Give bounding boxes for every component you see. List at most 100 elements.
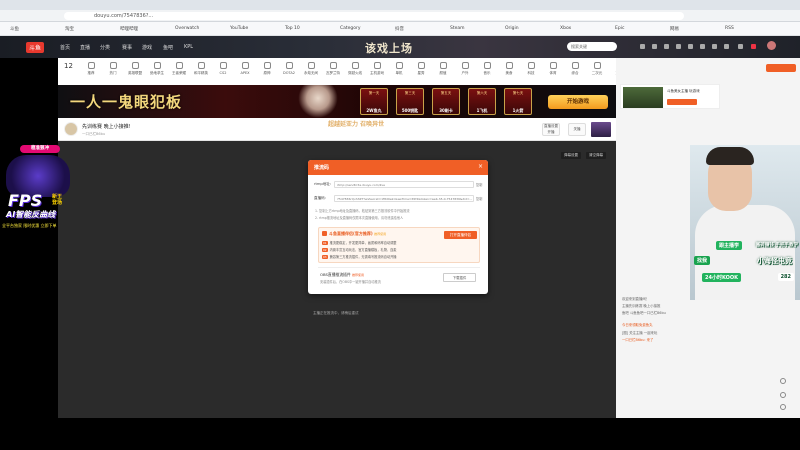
bookmark-item[interactable]: Category bbox=[340, 26, 361, 31]
bookmark-item[interactable]: Epic bbox=[615, 26, 624, 31]
streamer-card[interactable]: 斗鱼美女主播 玩游戏 bbox=[620, 84, 720, 109]
category-item[interactable]: CS2 bbox=[212, 60, 234, 75]
url-input[interactable]: douyu.com/7547836?... bbox=[64, 12, 684, 20]
bookmark-item[interactable]: 斗鱼 bbox=[10, 26, 19, 32]
rtmp-url-field[interactable]: rtmp://sendtc3a.douyu.com/live bbox=[334, 181, 474, 188]
live-icon[interactable] bbox=[688, 44, 693, 49]
category-item[interactable]: 综合 bbox=[564, 60, 586, 76]
header-search-input[interactable]: 搜索关键 bbox=[567, 42, 617, 51]
nav-yuba[interactable]: 鱼吧 bbox=[163, 44, 173, 51]
stop-live-button[interactable]: 关播 bbox=[568, 123, 586, 136]
browser-tab-strip[interactable] bbox=[0, 0, 800, 10]
nav-live[interactable]: 直播 bbox=[80, 44, 90, 51]
category-item[interactable]: 美食 bbox=[498, 60, 520, 76]
follow-button[interactable] bbox=[667, 99, 697, 105]
category-item[interactable]: 瓦罗兰特 bbox=[322, 60, 344, 76]
bookmark-item[interactable]: 淘宝 bbox=[65, 26, 74, 32]
category-item[interactable]: 绝地求生 bbox=[146, 60, 168, 76]
clear-danmu-button[interactable]: 清空弹幕 bbox=[586, 152, 606, 159]
prize-day-6: 第六天 1飞机 bbox=[468, 88, 496, 115]
stream-key-field[interactable]: 7547836rQvh3ZT?wsSecret=1f8d9e2c&wsTime=… bbox=[334, 195, 474, 202]
category-item[interactable]: 主机游戏 bbox=[366, 60, 388, 76]
webcam-overlay: 跟主播学 搬砖赚钱 手把手教学 找我 小海怪电竞 24小时KOOK 282 bbox=[690, 145, 800, 300]
category-item[interactable]: 星秀 bbox=[410, 60, 432, 76]
category-icon bbox=[571, 62, 579, 69]
bookmark-item[interactable]: Overwatch bbox=[175, 26, 199, 31]
notification-icon[interactable] bbox=[738, 44, 743, 49]
user-avatar[interactable] bbox=[767, 41, 776, 50]
fps-title: FPS bbox=[8, 191, 43, 210]
category-item[interactable]: 体育 bbox=[542, 60, 564, 76]
close-icon[interactable]: × bbox=[478, 163, 483, 170]
category-item[interactable]: 户外 bbox=[454, 60, 476, 76]
download-icon[interactable] bbox=[664, 44, 669, 49]
category-item[interactable]: 穿越火线 bbox=[344, 60, 366, 76]
bookmark-item[interactable]: YouTube bbox=[230, 26, 248, 31]
category-item[interactable]: DOTA2 bbox=[278, 60, 300, 75]
category-item[interactable]: 音乐 bbox=[476, 60, 498, 76]
open-companion-button[interactable]: 打开直播伴侣 bbox=[444, 231, 477, 239]
message-icon[interactable] bbox=[676, 44, 681, 49]
follow-icon[interactable] bbox=[652, 44, 657, 49]
site-logo[interactable]: 斗鱼 bbox=[26, 42, 45, 53]
category-icon bbox=[483, 62, 491, 69]
live-settings-button[interactable]: 直播设置 开播 bbox=[542, 123, 560, 136]
gift-panel-icon[interactable] bbox=[780, 392, 786, 398]
category-item[interactable]: APEX bbox=[234, 60, 256, 75]
category-item[interactable]: 英雄联盟 bbox=[124, 60, 146, 76]
category-label: 穿越火线 bbox=[348, 71, 362, 75]
bookmark-item[interactable]: Top 10 bbox=[285, 26, 300, 31]
bookmark-item[interactable]: Xbox bbox=[560, 26, 571, 31]
nav-kpl[interactable]: KPL bbox=[184, 44, 193, 50]
bookmark-item[interactable]: 网易 bbox=[670, 26, 679, 32]
category-item[interactable]: 推荐 bbox=[80, 60, 102, 76]
bookmark-item[interactable]: 抖音 bbox=[395, 26, 404, 32]
task-icon[interactable] bbox=[700, 44, 705, 49]
category-item[interactable]: 热门 bbox=[102, 60, 124, 76]
nav-events[interactable]: 赛事 bbox=[122, 44, 132, 51]
category-item[interactable]: 单机 bbox=[388, 60, 410, 76]
room-promo[interactable]: 超越延亚力 召唤异世 bbox=[328, 120, 418, 139]
subscribe-button[interactable] bbox=[766, 64, 796, 72]
download-plugin-button[interactable]: 下载插件 bbox=[443, 273, 476, 282]
event-banner[interactable]: 一人一鬼眼犯板 第一天 2W鱼丸 第三天 500钥匙 第五天 30刷卡 第六天 1飞机 … bbox=[58, 85, 616, 118]
copy-rtmp-button[interactable]: 复制 bbox=[476, 182, 482, 187]
category-label: 科技 bbox=[527, 71, 535, 75]
streamer-thumbnail[interactable] bbox=[623, 87, 663, 108]
bookmark-item[interactable]: Origin bbox=[505, 26, 519, 31]
danmu-settings-button[interactable]: 弹幕设置 bbox=[561, 152, 581, 159]
category-item[interactable]: 颜值 bbox=[432, 60, 454, 76]
room-side-thumbnail[interactable] bbox=[591, 122, 611, 137]
nav-category[interactable]: 分类 bbox=[100, 44, 110, 51]
room-avatar[interactable] bbox=[64, 122, 78, 136]
room-anchor-name[interactable]: 一口已栏B6bu bbox=[82, 132, 105, 137]
copy-key-button[interactable]: 复制 bbox=[476, 196, 482, 201]
room-title: 先训练赛 晚上小接推! bbox=[82, 124, 131, 130]
category-item[interactable]: 原神 bbox=[256, 60, 278, 76]
chat-message: 主播先训练赛 晚上小接推 bbox=[622, 304, 661, 308]
bookmark-item[interactable]: Steam bbox=[450, 26, 465, 31]
category-label: 和平精英 bbox=[194, 71, 208, 75]
bookmark-item[interactable]: 哔哩哔哩 bbox=[120, 26, 138, 32]
category-icon bbox=[549, 62, 557, 69]
category-item[interactable]: 王者荣耀 bbox=[168, 60, 190, 76]
gift-icon[interactable] bbox=[712, 44, 717, 49]
dialog-note-2: 2. rtmp推流地址及直播码仅限本次直播使用，请勿泄露给他人 bbox=[315, 216, 404, 220]
fps-side-text: 新王 登场 bbox=[52, 194, 63, 206]
obs-recommend-box: 斗鱼直播伴侣(官方推荐) 推荐使用 打开直播伴侣 01 推流更稳定，开发更简单，画… bbox=[318, 227, 480, 263]
companion-app-icon bbox=[322, 231, 327, 236]
start-game-button[interactable]: 开始游戏 bbox=[548, 95, 608, 109]
bell-icon[interactable] bbox=[751, 44, 756, 49]
prize-day-1: 第一天 2W鱼丸 bbox=[360, 88, 388, 115]
nav-games[interactable]: 游戏 bbox=[142, 44, 152, 51]
fish-icon[interactable] bbox=[724, 44, 729, 49]
nav-home[interactable]: 首页 bbox=[60, 44, 70, 51]
category-item[interactable]: 科技 bbox=[520, 60, 542, 76]
category-item[interactable]: 和平精英 bbox=[190, 60, 212, 76]
fullscreen-icon[interactable] bbox=[780, 404, 786, 410]
category-item[interactable]: 永劫无间 bbox=[300, 60, 322, 76]
category-item[interactable]: 二次元 bbox=[586, 60, 608, 76]
history-icon[interactable] bbox=[640, 44, 645, 49]
bookmark-item[interactable]: RSS bbox=[725, 26, 734, 31]
settings-icon[interactable] bbox=[780, 378, 786, 384]
